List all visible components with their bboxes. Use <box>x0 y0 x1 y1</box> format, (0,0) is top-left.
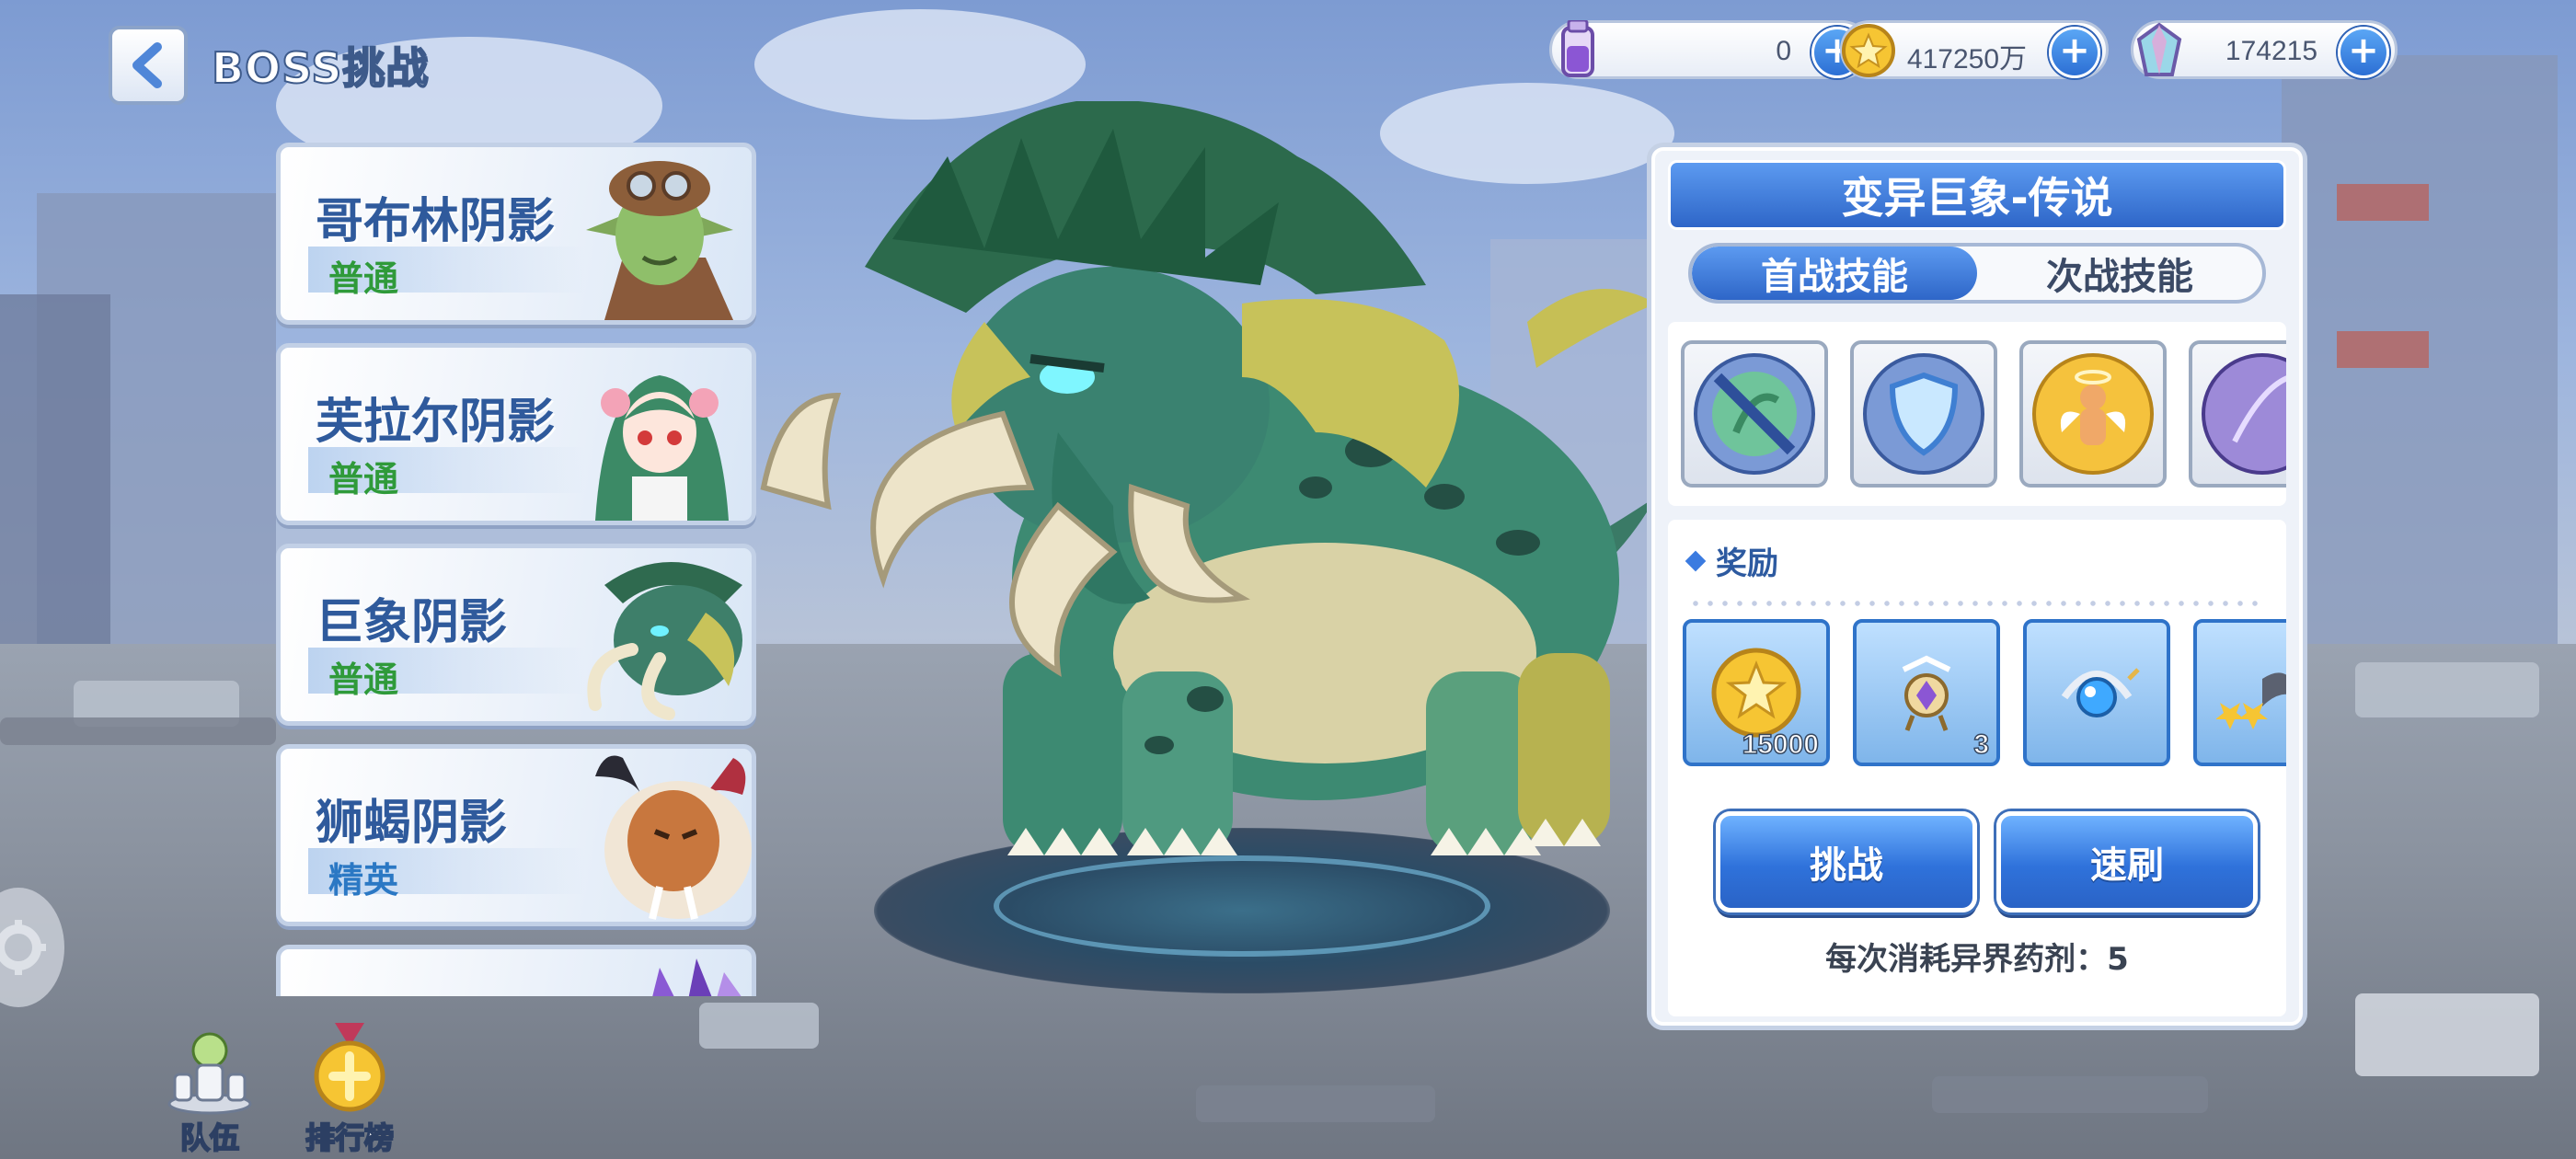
gear-icon <box>0 920 46 975</box>
no-heal-icon <box>1694 353 1815 475</box>
shield-icon <box>1863 353 1984 475</box>
blue-orb-bow-icon <box>2061 668 2140 717</box>
boss-card-fular[interactable]: 芙拉尔阴影 普通 <box>276 343 756 525</box>
leaderboard-medal-icon <box>314 1023 385 1112</box>
boss-name: 芙拉尔阴影 <box>316 395 556 450</box>
team-button[interactable]: 队伍 <box>155 1023 265 1159</box>
reward-item-3[interactable] <box>2023 619 2170 766</box>
boss-rank: 普通 <box>328 459 399 499</box>
reward-item-4[interactable] <box>2193 619 2286 766</box>
boss-card-goblin[interactable]: 哥布林阴影 普通 <box>276 143 756 325</box>
back-button[interactable] <box>109 26 188 105</box>
boss-rank: 普通 <box>328 258 399 299</box>
boss-card-mammoth[interactable]: 巨象阴影 普通 <box>276 544 756 726</box>
boss-list[interactable]: 哥布林阴影 普通 芙拉尔阴影 普通 巨象阴影 普通 狮蝎阴影 精英 <box>276 143 759 996</box>
gold-star-coin-icon <box>1835 17 1902 84</box>
sweep-button[interactable]: 速刷 <box>1996 811 2258 912</box>
crystal-creature-portrait-icon <box>652 958 742 996</box>
boss-rank: 精英 <box>328 860 399 901</box>
reward-count: 3 <box>1973 729 1990 761</box>
boss-name: 哥布林阴影 <box>316 194 556 249</box>
manticore-portrait-icon <box>595 755 752 920</box>
reward-heading: 奖励 <box>1685 538 1778 583</box>
skill-slot-2[interactable] <box>1850 340 1997 488</box>
boss-card-crystal[interactable] <box>276 945 756 996</box>
leaderboard-label: 排行榜 <box>305 1119 395 1156</box>
cost-note: 每次消耗异界药剂：5 <box>1825 941 2129 978</box>
purple-claw-icon <box>2202 353 2286 475</box>
crystal-counter: 174215 + <box>2131 20 2398 79</box>
chevron-left-icon <box>132 42 162 88</box>
boss-info-panel: 变异巨象-传说 首战技能 次战技能 奖励 15000 3 挑战 速刷 每次消耗异… <box>1647 143 2307 1030</box>
crystal-value: 174215 <box>2225 36 2317 66</box>
dotted-divider <box>1688 601 2266 606</box>
potion-bottle-icon <box>1545 17 1611 84</box>
reward-item-1[interactable]: 15000 <box>1683 619 1830 766</box>
challenge-button[interactable]: 挑战 <box>1716 811 1977 912</box>
boss-rank: 普通 <box>328 660 399 700</box>
star-item-icon <box>2216 672 2286 729</box>
leaderboard-button[interactable]: 排行榜 <box>294 1023 405 1159</box>
team-label: 队伍 <box>179 1119 240 1156</box>
angel-doll-icon <box>2032 353 2154 475</box>
reward-item-2[interactable]: 3 <box>1853 619 2000 766</box>
boss-name: 狮蝎阴影 <box>316 796 508 851</box>
team-chess-icon <box>167 1032 252 1115</box>
reward-section: 奖励 15000 3 挑战 速刷 每次消耗异界药剂：5 <box>1668 520 2286 1016</box>
reward-count: 15000 <box>1742 729 1820 761</box>
boss-title: 变异巨象-传说 <box>1668 160 2286 230</box>
skill-slot-3[interactable] <box>2019 340 2167 488</box>
purple-amulet-icon <box>1902 655 1951 731</box>
potion-counter: 0 + <box>1549 20 1871 79</box>
gold-counter: 417250万 + <box>1840 20 2109 79</box>
crystal-gem-icon <box>2126 17 2192 84</box>
mutant-mammoth-boss-image <box>760 101 1656 855</box>
add-gold-button[interactable]: + <box>2049 27 2100 78</box>
mammoth-portrait-icon <box>587 562 742 720</box>
tab-first-battle-skills[interactable]: 首战技能 <box>1692 247 1977 300</box>
gold-coin-icon <box>1711 648 1801 738</box>
skill-slot-1[interactable] <box>1681 340 1828 488</box>
goblin-portrait-icon <box>586 161 733 320</box>
boss-name: 巨象阴影 <box>316 595 508 650</box>
gold-value: 417250万 <box>1906 44 2027 75</box>
page-title: BOSS挑战 <box>211 42 430 94</box>
skill-tabs: 首战技能 次战技能 <box>1688 243 2266 304</box>
tab-second-battle-skills[interactable]: 次战技能 <box>1977 247 2262 300</box>
potion-value: 0 <box>1776 36 1791 66</box>
reward-heading-label: 奖励 <box>1716 545 1778 582</box>
skill-slot-4[interactable] <box>2189 340 2286 488</box>
add-crystal-button[interactable]: + <box>2338 27 2389 78</box>
skills-list <box>1668 322 2286 506</box>
diamond-bullet-icon <box>1685 550 1707 571</box>
green-haired-girl-portrait-icon <box>595 375 729 521</box>
boss-card-manticore[interactable]: 狮蝎阴影 精英 <box>276 744 756 926</box>
